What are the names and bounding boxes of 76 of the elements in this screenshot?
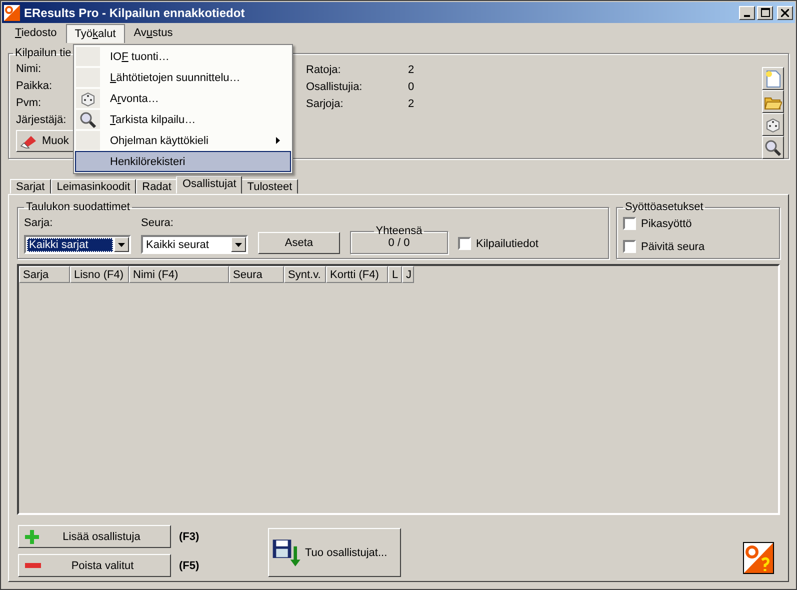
eraser-icon bbox=[19, 133, 39, 149]
checkbox[interactable] bbox=[623, 240, 636, 253]
dice-button[interactable] bbox=[762, 113, 784, 136]
import-button[interactable]: Tuo osallistujat... bbox=[268, 528, 401, 577]
window-title: EResults Pro - Kilpailun ennakkotiedot bbox=[24, 6, 246, 20]
maximize-icon bbox=[760, 8, 770, 17]
group-label: Taulukon suodattimet bbox=[25, 201, 131, 213]
search-button[interactable] bbox=[762, 136, 784, 159]
stat-label: Ratoja: bbox=[306, 64, 342, 76]
dice-icon bbox=[80, 90, 96, 106]
add-participant-button[interactable]: Lisää osallistuja bbox=[18, 525, 171, 548]
minimize-icon bbox=[744, 14, 750, 16]
field-label: Sarja: bbox=[24, 217, 54, 229]
stat-label: Sarjoja: bbox=[306, 98, 344, 110]
new-button[interactable] bbox=[762, 67, 784, 90]
menu-item[interactable]: Työkalut bbox=[66, 24, 125, 42]
dice-icon bbox=[765, 116, 781, 132]
tab[interactable]: Osallistujat bbox=[176, 176, 242, 194]
apply-button[interactable]: Aseta bbox=[258, 232, 340, 254]
remove-button[interactable]: Poista valitut bbox=[18, 554, 171, 577]
menu-item[interactable]: Arvonta… bbox=[75, 88, 291, 109]
field-label: Nimi: bbox=[16, 62, 42, 77]
checkbox-label: Kilpailutiedot bbox=[476, 238, 538, 250]
stat-value: 0 bbox=[408, 80, 414, 92]
checkbox-label: Pikasyöttö bbox=[641, 218, 692, 230]
caret-icon bbox=[235, 242, 242, 246]
menu-item[interactable]: Henkilörekisteri bbox=[75, 151, 291, 172]
column-header[interactable]: J bbox=[402, 266, 414, 283]
help-logo-icon bbox=[743, 542, 774, 574]
dropdown[interactable]: Kaikki seurat bbox=[141, 235, 248, 254]
column-header[interactable]: Sarja bbox=[19, 266, 70, 283]
checkbox-label: Päivitä seura bbox=[641, 240, 705, 252]
column-header[interactable]: Seura bbox=[229, 266, 284, 283]
stat-value: 2 bbox=[408, 64, 414, 76]
field-label: Paikka: bbox=[16, 79, 52, 94]
save-import-icon bbox=[272, 538, 302, 568]
group-label: Kilpailun tie bbox=[14, 47, 72, 59]
shortcut-label: (F3) bbox=[179, 530, 200, 542]
stat-label: Osallistujia: bbox=[306, 80, 364, 92]
column-header[interactable]: Lisno (F4) bbox=[70, 266, 129, 283]
submenu-arrow-icon bbox=[276, 137, 280, 144]
plus-icon bbox=[25, 530, 39, 544]
column-header[interactable]: Kortti (F4) bbox=[326, 266, 388, 283]
tab[interactable]: Leimasinkoodit bbox=[50, 179, 136, 194]
maximize-button[interactable] bbox=[757, 6, 773, 20]
field-label: Seura: bbox=[141, 217, 174, 229]
shortcut-label: (F5) bbox=[179, 560, 200, 572]
menu-item[interactable]: IOF tuonti… bbox=[75, 46, 291, 67]
menu-item[interactable]: Tarkista kilpailu… bbox=[75, 109, 291, 130]
tab[interactable]: Sarjat bbox=[10, 179, 51, 194]
stat-value: 2 bbox=[408, 98, 414, 110]
checkbox[interactable] bbox=[458, 237, 471, 250]
app-logo-icon bbox=[4, 4, 20, 20]
new-document-icon bbox=[765, 70, 781, 88]
checkbox[interactable] bbox=[623, 217, 636, 230]
field-label: Pvm: bbox=[16, 96, 42, 111]
group-label: Yhteensä bbox=[374, 225, 424, 237]
close-button[interactable] bbox=[777, 6, 793, 20]
column-header[interactable]: L bbox=[388, 266, 402, 283]
close-icon bbox=[781, 8, 789, 16]
dropdown[interactable]: Kaikki sarjat bbox=[24, 235, 131, 254]
caret-icon bbox=[118, 242, 125, 246]
open-button[interactable] bbox=[762, 90, 784, 113]
search-icon bbox=[764, 138, 782, 156]
tab[interactable]: Tulosteet bbox=[241, 179, 298, 194]
total-value: 0 / 0 bbox=[388, 237, 410, 249]
column-header[interactable]: Nimi (F4) bbox=[129, 266, 229, 283]
column-header[interactable]: Synt.v. bbox=[284, 266, 326, 283]
menu-item[interactable]: Lähtötietojen suunnittelu… bbox=[75, 67, 291, 88]
menu-item[interactable]: Avustus bbox=[124, 23, 182, 43]
minus-icon bbox=[25, 563, 41, 568]
minimize-button[interactable] bbox=[739, 6, 755, 20]
search-icon bbox=[79, 110, 97, 128]
field-label: Järjestäjä: bbox=[16, 113, 66, 128]
group-label: Syöttöasetukset bbox=[624, 201, 704, 213]
menu-item[interactable]: Tiedosto bbox=[6, 23, 66, 43]
